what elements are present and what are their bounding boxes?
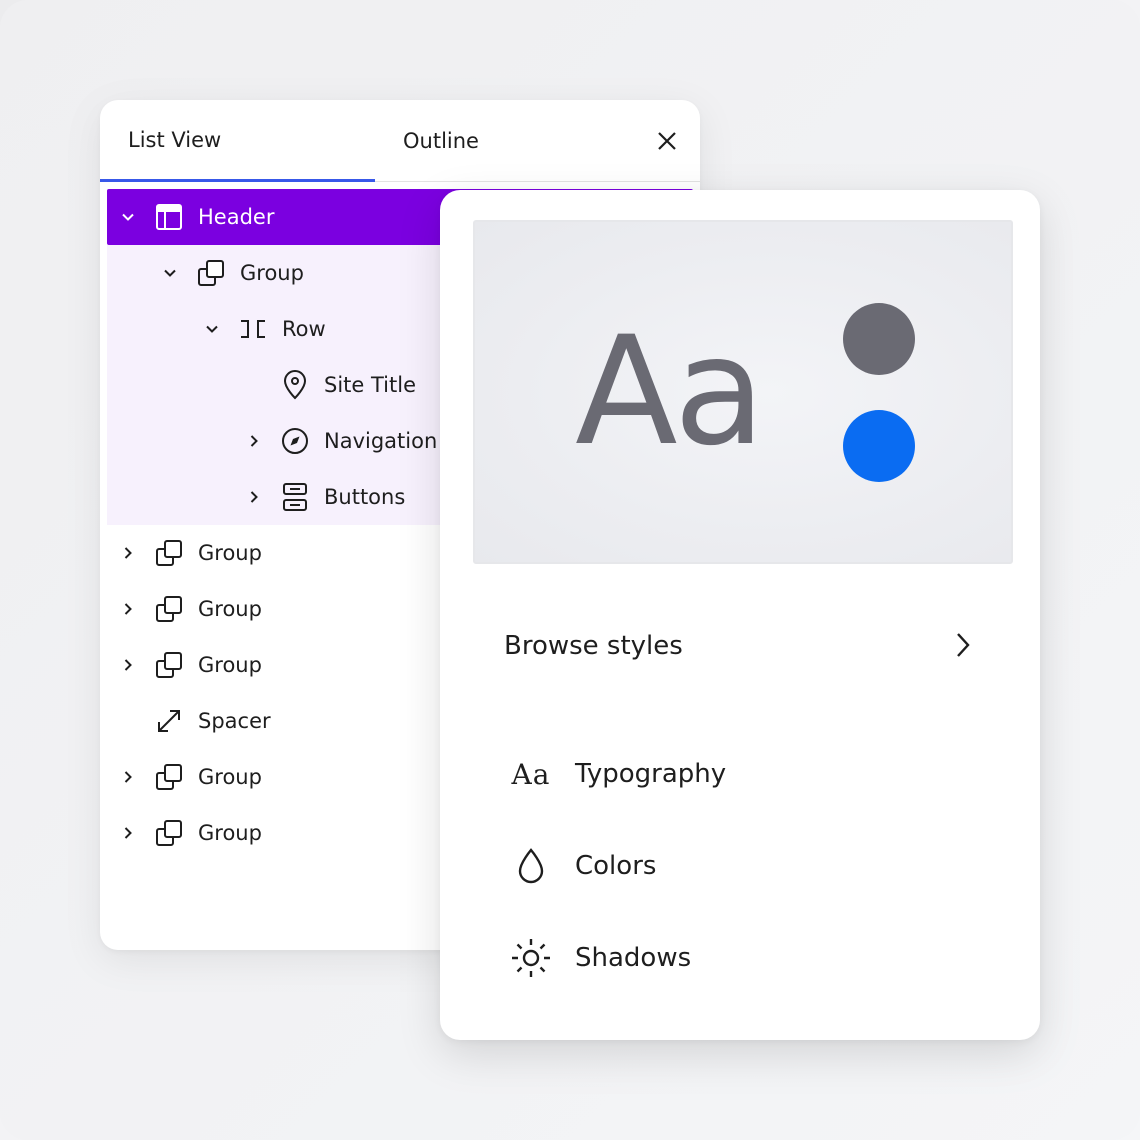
close-icon bbox=[658, 132, 676, 150]
browse-styles-label: Browse styles bbox=[504, 631, 683, 661]
map-marker-icon bbox=[280, 370, 310, 400]
tree-item-label: Header bbox=[198, 205, 275, 229]
tree-item-label: Group bbox=[198, 765, 262, 789]
chevron-right-icon[interactable] bbox=[119, 544, 137, 562]
menu-item-label: Typography bbox=[575, 759, 727, 789]
close-button[interactable] bbox=[650, 124, 684, 158]
tree-item-label: Navigation bbox=[324, 429, 438, 453]
buttons-icon bbox=[280, 482, 310, 512]
droplet-icon bbox=[507, 842, 555, 890]
menu-item-shadows[interactable]: Shadows bbox=[473, 923, 1013, 993]
global-styles-panel: Aa Browse styles Aa Typography Colors Sh… bbox=[440, 190, 1040, 1040]
typography-icon: Aa bbox=[511, 757, 551, 791]
group-icon bbox=[196, 258, 226, 288]
style-preview[interactable]: Aa bbox=[473, 220, 1013, 564]
template-part-header-icon bbox=[154, 202, 184, 232]
shadow-sun-icon bbox=[507, 934, 555, 982]
tab-outline-label: Outline bbox=[403, 129, 479, 153]
menu-item-label: Colors bbox=[575, 851, 657, 881]
group-icon bbox=[154, 538, 184, 568]
tree-item-label: Group bbox=[198, 653, 262, 677]
row-icon bbox=[238, 314, 268, 344]
chevron-right-icon[interactable] bbox=[119, 656, 137, 674]
chevron-down-icon[interactable] bbox=[119, 208, 137, 226]
chevron-right-icon[interactable] bbox=[245, 432, 263, 450]
chevron-right-icon[interactable] bbox=[119, 768, 137, 786]
tab-list-view[interactable]: List View bbox=[100, 100, 375, 182]
chevron-right-icon[interactable] bbox=[119, 824, 137, 842]
chevron-right-icon[interactable] bbox=[245, 488, 263, 506]
navigation-compass-icon bbox=[280, 426, 310, 456]
palette-swatch-gray bbox=[843, 303, 915, 375]
chevron-down-icon[interactable] bbox=[203, 320, 221, 338]
chevron-right-icon bbox=[953, 630, 973, 664]
group-icon bbox=[154, 762, 184, 792]
chevron-down-icon[interactable] bbox=[161, 264, 179, 282]
preview-sample-text: Aa bbox=[575, 305, 766, 479]
panel-tabs: List View Outline bbox=[100, 100, 700, 182]
menu-item-typography[interactable]: Aa Typography bbox=[473, 739, 1013, 809]
tree-item-label: Group bbox=[198, 541, 262, 565]
tree-item-label: Spacer bbox=[198, 709, 271, 733]
group-icon bbox=[154, 818, 184, 848]
tree-item-label: Group bbox=[240, 261, 304, 285]
group-icon bbox=[154, 594, 184, 624]
tree-item-label: Group bbox=[198, 821, 262, 845]
tree-item-label: Group bbox=[198, 597, 262, 621]
tree-item-label: Buttons bbox=[324, 485, 406, 509]
menu-item-colors[interactable]: Colors bbox=[473, 831, 1013, 901]
tree-item-label: Row bbox=[282, 317, 326, 341]
chevron-right-icon[interactable] bbox=[119, 600, 137, 618]
menu-item-label: Shadows bbox=[575, 943, 692, 973]
tab-outline[interactable]: Outline bbox=[403, 100, 479, 182]
group-icon bbox=[154, 650, 184, 680]
tree-item-label: Site Title bbox=[324, 373, 416, 397]
browse-styles-button[interactable]: Browse styles bbox=[473, 608, 1013, 684]
palette-swatch-blue bbox=[843, 410, 915, 482]
resize-corner-icon bbox=[154, 706, 184, 736]
tab-list-view-label: List View bbox=[128, 127, 222, 152]
